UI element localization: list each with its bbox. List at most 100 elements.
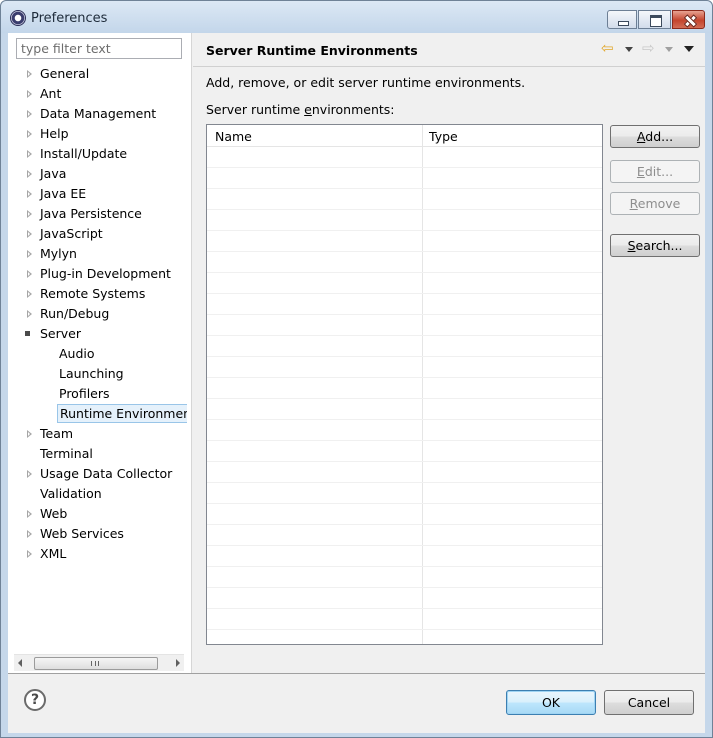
tree-item-validation[interactable]: Validation (8, 484, 191, 504)
collapsed-arrow-icon[interactable] (27, 110, 32, 118)
page-title: Server Runtime Environments (206, 43, 418, 58)
tree-item-usage-data-collector[interactable]: Usage Data Collector (8, 464, 191, 484)
collapsed-arrow-icon[interactable] (27, 270, 32, 278)
collapsed-arrow-icon[interactable] (27, 470, 32, 478)
column-header-type[interactable]: Type (429, 129, 458, 144)
tree-item-javascript[interactable]: JavaScript (8, 224, 191, 244)
tree-item-web-services[interactable]: Web Services (8, 524, 191, 544)
scroll-right-arrow-icon[interactable] (176, 659, 180, 667)
tree-item-terminal[interactable]: Terminal (8, 444, 191, 464)
runtime-environments-table[interactable]: Name Type (206, 124, 603, 645)
tree-item-label: Audio (59, 346, 95, 361)
tree-item-label: Help (40, 126, 69, 141)
edit-button[interactable]: Edit... (610, 160, 700, 183)
tree-item-help[interactable]: Help (8, 124, 191, 144)
tree-item-label: Launching (59, 366, 124, 381)
tree-item-general[interactable]: General (8, 64, 191, 84)
cancel-button[interactable]: Cancel (604, 690, 694, 715)
expanded-arrow-icon[interactable] (25, 331, 30, 336)
tree-item-label: Mylyn (40, 246, 77, 261)
tree-item-remote-systems[interactable]: Remote Systems (8, 284, 191, 304)
collapsed-arrow-icon[interactable] (27, 90, 32, 98)
tree-item-java-persistence[interactable]: Java Persistence (8, 204, 191, 224)
tree-item-java[interactable]: Java (8, 164, 191, 184)
tree-item-label: Java Persistence (40, 206, 142, 221)
close-button[interactable] (672, 10, 705, 29)
collapsed-arrow-icon[interactable] (27, 290, 32, 298)
table-label: Server runtime environments: (206, 102, 395, 117)
tree-item-label: Usage Data Collector (40, 466, 173, 481)
tree-item-label: Profilers (59, 386, 110, 401)
collapsed-arrow-icon[interactable] (27, 250, 32, 258)
tree-horizontal-scrollbar[interactable] (14, 654, 184, 671)
tree-item-plug-in-development[interactable]: Plug-in Development (8, 264, 191, 284)
collapsed-arrow-icon[interactable] (27, 230, 32, 238)
grip-icon (91, 661, 99, 666)
dialog-client-area: General Ant Data Management Help Install/Upd… (8, 33, 705, 733)
collapsed-arrow-icon[interactable] (27, 70, 32, 78)
tree-item-label: JavaScript (40, 226, 103, 241)
tree-item-launching[interactable]: Launching (8, 364, 191, 384)
tree-item-install-update[interactable]: Install/Update (8, 144, 191, 164)
tree-item-label: XML (40, 546, 67, 561)
scrollbar-thumb[interactable] (34, 657, 158, 670)
eclipse-app-icon (10, 10, 26, 26)
tree-item-ant[interactable]: Ant (8, 84, 191, 104)
panel-sash[interactable] (191, 33, 192, 673)
preference-page: Server Runtime Environments ⇦ ⇨ Add, rem… (193, 33, 705, 673)
tree-item-label: Java (40, 166, 67, 181)
tree-item-label: Server (40, 326, 81, 341)
collapsed-arrow-icon[interactable] (27, 150, 32, 158)
tree-item-team[interactable]: Team (8, 424, 191, 444)
filter-input[interactable] (16, 38, 182, 59)
tree-item-label: Data Management (40, 106, 157, 121)
tree-item-web[interactable]: Web (8, 504, 191, 524)
tree-item-server[interactable]: Server (8, 324, 191, 344)
collapsed-arrow-icon[interactable] (27, 530, 32, 538)
tree-item-label: Runtime Environment (57, 404, 187, 423)
tree-item-mylyn[interactable]: Mylyn (8, 244, 191, 264)
tree-item-label: Run/Debug (40, 306, 110, 321)
forward-arrow-icon[interactable]: ⇨ (642, 41, 655, 56)
collapsed-arrow-icon[interactable] (27, 510, 32, 518)
search-button[interactable]: Search... (610, 234, 700, 257)
tree-item-label: Plug-in Development (40, 266, 171, 281)
view-menu-icon[interactable] (684, 46, 694, 52)
back-history-dropdown-icon[interactable] (625, 47, 633, 52)
tree-item-xml[interactable]: XML (8, 544, 191, 564)
tree-item-runtime-environment[interactable]: Runtime Environment (8, 404, 191, 424)
collapsed-arrow-icon[interactable] (27, 210, 32, 218)
maximize-button[interactable] (638, 10, 671, 29)
minimize-button[interactable] (607, 10, 637, 29)
tree-item-label: General (40, 66, 90, 81)
tree-item-label: Web Services (40, 526, 124, 541)
forward-history-dropdown-icon[interactable] (665, 47, 673, 52)
collapsed-arrow-icon[interactable] (27, 310, 32, 318)
remove-button[interactable]: Remove (610, 192, 700, 215)
collapsed-arrow-icon[interactable] (27, 190, 32, 198)
collapsed-arrow-icon[interactable] (27, 430, 32, 438)
scroll-left-arrow-icon[interactable] (18, 659, 22, 667)
tree-item-profilers[interactable]: Profilers (8, 384, 191, 404)
tree-item-audio[interactable]: Audio (8, 344, 191, 364)
tree-item-java-ee[interactable]: Java EE (8, 184, 191, 204)
table-rows[interactable] (207, 147, 602, 644)
tree-item-data-management[interactable]: Data Management (8, 104, 191, 124)
tree-item-label: Terminal (40, 446, 93, 461)
add-button[interactable]: Add... (610, 125, 700, 148)
collapsed-arrow-icon[interactable] (27, 170, 32, 178)
help-icon[interactable]: ? (24, 689, 46, 711)
ok-button[interactable]: OK (506, 690, 596, 715)
collapsed-arrow-icon[interactable] (27, 130, 32, 138)
collapsed-arrow-icon[interactable] (27, 550, 32, 558)
window-title: Preferences (31, 11, 108, 26)
back-arrow-icon[interactable]: ⇦ (601, 41, 614, 56)
title-bar[interactable]: Preferences (1, 1, 712, 33)
tree-item-label: Install/Update (40, 146, 128, 161)
tree-item-run-debug[interactable]: Run/Debug (8, 304, 191, 324)
tree-item-label: Remote Systems (40, 286, 146, 301)
column-header-name[interactable]: Name (215, 129, 252, 144)
tree-item-label: Ant (40, 86, 62, 101)
tree-item-label: Team (40, 426, 74, 441)
tree-item-label: Web (40, 506, 68, 521)
